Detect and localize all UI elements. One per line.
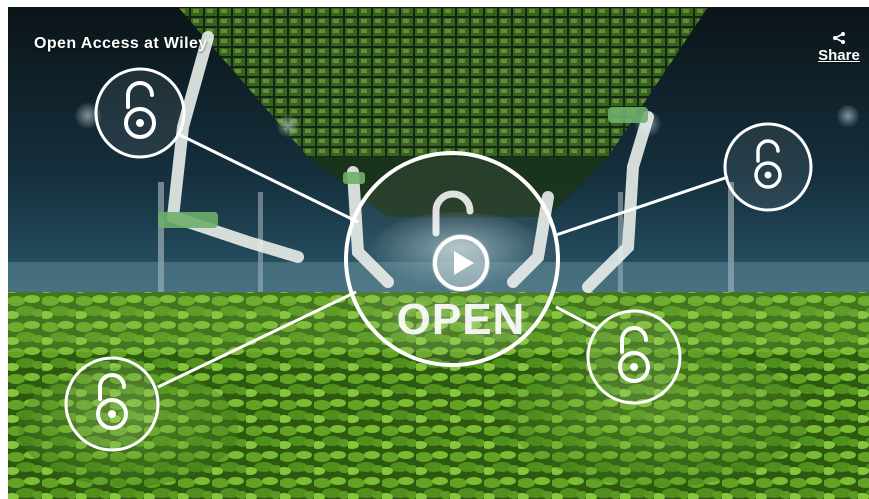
share-icon [833,32,845,44]
video-player[interactable]: Open Access at Wiley Share OPEN [8,7,869,499]
open-lock-icon [586,309,682,405]
open-lock-icon [64,356,160,452]
open-lock-icon [723,122,813,212]
share-button[interactable]: Share [809,31,869,65]
share-label: Share [818,47,860,64]
open-lock-icon [94,67,186,159]
play-button[interactable] [432,234,490,292]
open-text: OPEN [396,295,526,344]
play-icon [433,235,489,291]
video-title: Open Access at Wiley [34,35,208,52]
